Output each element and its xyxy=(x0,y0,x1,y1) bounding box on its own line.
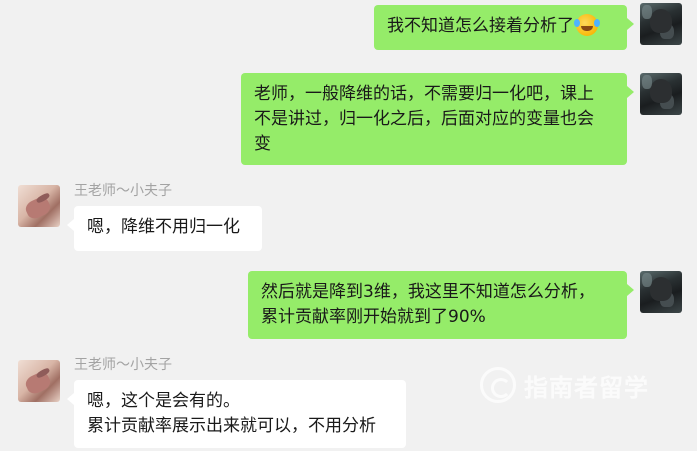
message-bubble-5[interactable]: 嗯，这个是会有的。 累计贡献率展示出来就可以，不用分析 xyxy=(67,380,406,448)
message-text-line: 嗯，降维不用归一化 xyxy=(87,217,240,237)
my-avatar[interactable] xyxy=(640,3,682,45)
message-text-line: 老师，一般降维的话，不需要归一化吧，课上 xyxy=(254,84,594,104)
message-bubble-3[interactable]: 嗯，降维不用归一化 xyxy=(67,206,262,251)
my-avatar[interactable] xyxy=(640,73,682,115)
message-text-line: 累计贡献率展示出来就可以，不用分析 xyxy=(87,416,376,436)
chat-window: 我不知道怎么接着分析了 老师，一般降维的话，不需要归一化吧，课上 不是讲过，归一… xyxy=(0,0,697,451)
sender-name: 王老师～小夫子 xyxy=(74,183,172,199)
laughing-crying-emoji-icon xyxy=(574,14,598,36)
my-avatar[interactable] xyxy=(640,271,682,313)
sender-name: 王老师～小夫子 xyxy=(74,357,172,373)
message-text-line: 然后就是降到3维，我这里不知道怎么分析， xyxy=(261,282,595,302)
watermark: 指南者留学 xyxy=(480,365,649,405)
message-text-line: 变 xyxy=(254,134,271,154)
message-bubble-2[interactable]: 老师，一般降维的话，不需要归一化吧，课上 不是讲过，归一化之后，后面对应的变量也… xyxy=(241,73,634,165)
teacher-avatar[interactable] xyxy=(18,360,60,402)
message-text-line: 不是讲过，归一化之后，后面对应的变量也会 xyxy=(254,109,594,129)
message-bubble-1[interactable]: 我不知道怎么接着分析了 xyxy=(374,5,634,50)
teacher-avatar[interactable] xyxy=(18,185,60,227)
watermark-text: 指南者留学 xyxy=(524,373,649,402)
message-text-line: 嗯，这个是会有的。 xyxy=(87,391,240,411)
message-text: 我不知道怎么接着分析了 xyxy=(387,14,614,39)
message-text-line: 累计贡献率刚开始就到了90% xyxy=(261,307,486,327)
message-bubble-4[interactable]: 然后就是降到3维，我这里不知道怎么分析， 累计贡献率刚开始就到了90% xyxy=(248,271,634,339)
watermark-logo-icon xyxy=(480,367,516,403)
